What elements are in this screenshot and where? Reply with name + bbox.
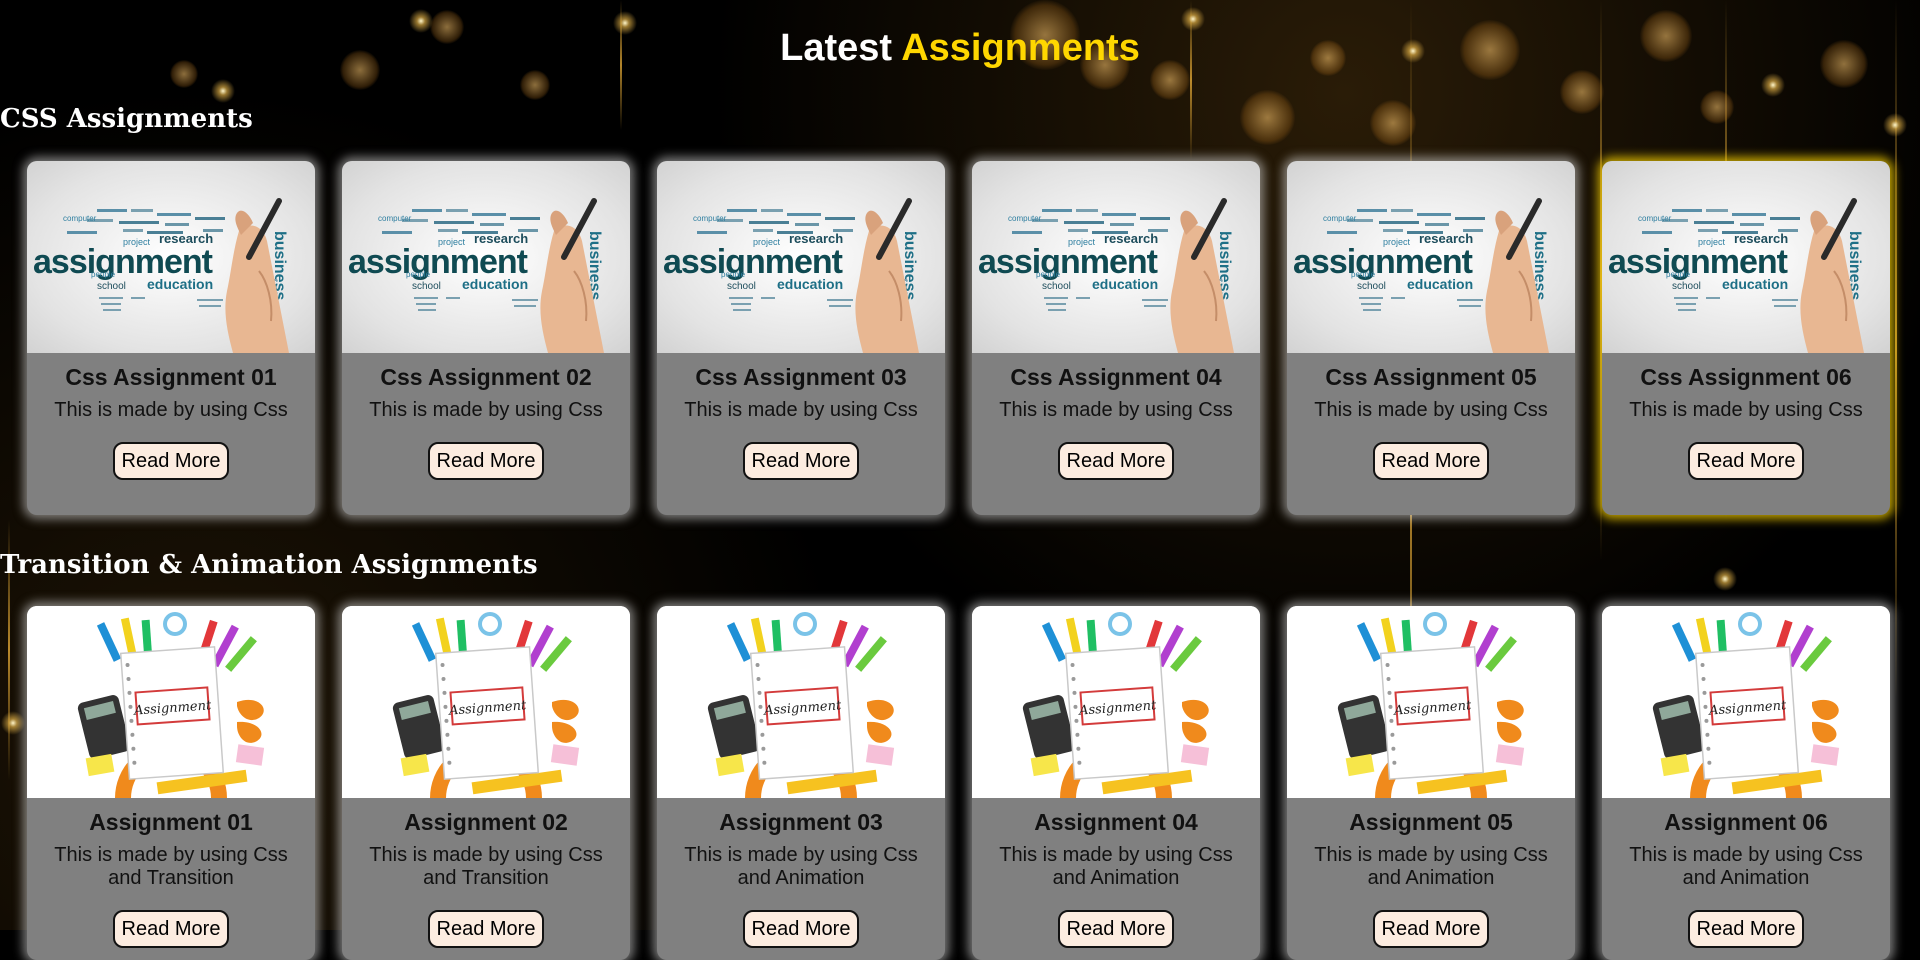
read-more-button[interactable]: Read More [427, 910, 545, 948]
assignment-word-cloud-image [1287, 161, 1575, 353]
read-more-button[interactable]: Read More [1687, 442, 1805, 480]
assignment-word-cloud-image [972, 161, 1260, 353]
card-title: Assignment 03 [719, 809, 883, 835]
card-title: Assignment 06 [1664, 809, 1828, 835]
assignment-notepad-supplies-image [1287, 606, 1575, 798]
assignment-notepad-supplies-image [27, 606, 315, 798]
read-more-button[interactable]: Read More [742, 910, 860, 948]
assignment-word-cloud-image [342, 161, 630, 353]
card-description: This is made by using Css [1314, 399, 1548, 421]
css-assignments-heading: CSS Assignments [0, 104, 253, 134]
card-title: Assignment 04 [1034, 809, 1198, 835]
read-more-button[interactable]: Read More [742, 442, 860, 480]
transition-assignment-card: Assignment 02 This is made by using Css … [342, 606, 630, 960]
read-more-button[interactable]: Read More [1372, 910, 1490, 948]
read-more-button[interactable]: Read More [112, 910, 230, 948]
card-title: Assignment 01 [89, 809, 253, 835]
assignment-word-cloud-image [27, 161, 315, 353]
read-more-button[interactable]: Read More [112, 442, 230, 480]
card-title: Assignment 05 [1349, 809, 1513, 835]
card-title: Css Assignment 05 [1325, 364, 1537, 390]
card-description: This is made by using Css and Transition [369, 844, 603, 889]
card-description: This is made by using Css [999, 399, 1233, 421]
card-description: This is made by using Css [369, 399, 603, 421]
assignment-notepad-supplies-image [657, 606, 945, 798]
animation-assignment-card: Assignment 03 This is made by using Css … [657, 606, 945, 960]
animation-assignment-card: Assignment 06 This is made by using Css … [1602, 606, 1890, 960]
card-description: This is made by using Css [54, 399, 288, 421]
card-title: Css Assignment 01 [65, 364, 277, 390]
page-title-accent: Assignments [901, 27, 1140, 69]
assignments-page: Latest Assignments CSS Assignments Css A… [0, 0, 1920, 960]
css-assignment-card: Css Assignment 02 This is made by using … [342, 161, 630, 515]
css-assignment-card: Css Assignment 05 This is made by using … [1287, 161, 1575, 515]
page-title: Latest Assignments [0, 24, 1920, 72]
css-assignments-row: Css Assignment 01 This is made by using … [27, 161, 1897, 515]
animation-assignment-card: Assignment 04 This is made by using Css … [972, 606, 1260, 960]
assignment-word-cloud-image [657, 161, 945, 353]
assignment-notepad-supplies-image [1602, 606, 1890, 798]
card-title: Css Assignment 04 [1010, 364, 1222, 390]
transition-animation-assignments-heading: Transition & Animation Assignments [0, 550, 538, 580]
css-assignment-card: Css Assignment 04 This is made by using … [972, 161, 1260, 515]
assignment-word-cloud-image [1602, 161, 1890, 353]
card-title: Css Assignment 02 [380, 364, 592, 390]
card-title: Assignment 02 [404, 809, 568, 835]
page-title-prefix: Latest [780, 27, 893, 69]
assignment-notepad-supplies-image [342, 606, 630, 798]
card-title: Css Assignment 06 [1640, 364, 1852, 390]
css-assignment-card: Css Assignment 01 This is made by using … [27, 161, 315, 515]
css-assignment-card-hovered: Css Assignment 06 This is made by using … [1602, 161, 1890, 515]
card-description: This is made by using Css and Transition [54, 844, 288, 889]
read-more-button[interactable]: Read More [1057, 910, 1175, 948]
card-title: Css Assignment 03 [695, 364, 907, 390]
card-description: This is made by using Css [1629, 399, 1863, 421]
card-description: This is made by using Css and Animation [1314, 844, 1548, 889]
animation-assignment-card: Assignment 05 This is made by using Css … [1287, 606, 1575, 960]
card-description: This is made by using Css and Animation [1629, 844, 1863, 889]
card-description: This is made by using Css [684, 399, 918, 421]
read-more-button[interactable]: Read More [1057, 442, 1175, 480]
transition-assignment-card: Assignment 01 This is made by using Css … [27, 606, 315, 960]
read-more-button[interactable]: Read More [1372, 442, 1490, 480]
card-description: This is made by using Css and Animation [999, 844, 1233, 889]
read-more-button[interactable]: Read More [427, 442, 545, 480]
css-assignment-card: Css Assignment 03 This is made by using … [657, 161, 945, 515]
read-more-button[interactable]: Read More [1687, 910, 1805, 948]
card-description: This is made by using Css and Animation [684, 844, 918, 889]
assignment-notepad-supplies-image [972, 606, 1260, 798]
transition-animation-assignments-row: Assignment 01 This is made by using Css … [27, 606, 1897, 960]
